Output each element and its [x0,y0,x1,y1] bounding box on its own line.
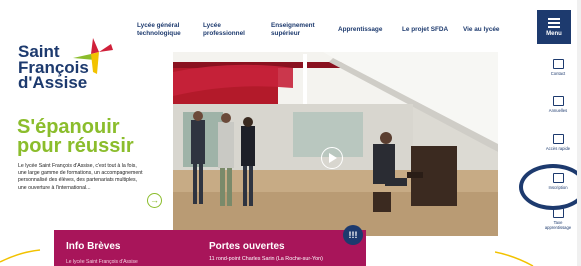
nav-lycee-professionnel[interactable]: Lycée professionnel [203,22,245,37]
play-video-button[interactable] [321,147,343,169]
info-breves-title[interactable]: Info Brèves [66,241,120,252]
sidebar-item-contact[interactable]: Contact [536,59,580,76]
hamburger-icon [548,18,560,30]
hero-title: S'épanouir pour réussir [17,117,134,157]
decorative-curve-icon [0,249,41,263]
sidebar-item-annuelles[interactable]: Annuelles [536,96,580,113]
portes-ouvertes-address: 11 rond-point Charles Sarin (La Roche-su… [209,256,323,262]
hero-title-line2: pour réussir [17,135,134,157]
login-icon [552,134,564,144]
arrow-right-icon: → [150,195,159,205]
nav-vie-au-lycee[interactable]: Vie au lycée [463,26,499,34]
news-alert-badge[interactable]: !!! [343,225,363,245]
highlight-ring [519,164,581,210]
portes-ouvertes-title[interactable]: Portes ouvertes [209,241,285,252]
logo-text[interactable]: Saint François d'Assise [18,43,89,92]
menu-button[interactable]: Menu [537,10,571,44]
nav-projet-sfda[interactable]: Le projet SFDA [402,26,448,34]
nav-enseignement-superieur[interactable]: Enseignement supérieur [271,22,315,37]
hero-photo [173,52,498,236]
sidebar-item-label: Annuelles [548,108,568,113]
scrollbar[interactable] [577,0,581,266]
hero-description: Le lycée Saint François d'Assise, c'est … [18,163,143,191]
info-breves-text: Le lycée Saint François d'Assise [66,259,138,265]
nav-apprentissage[interactable]: Apprentissage [338,26,382,34]
sidebar-item-taxe-apprentissage[interactable]: Taxe apprentissage [536,208,580,230]
menu-label: Menu [546,31,562,37]
main-nav: Lycée général technologique Lycée profes… [130,22,525,42]
nav-lycee-general[interactable]: Lycée général technologique [137,22,181,37]
sidebar-item-acces-rapide[interactable]: Accès rapide [536,134,580,151]
mail-icon [552,59,564,69]
sidebar-item-label: Contact [550,71,566,76]
decorative-curve-icon [495,251,534,266]
hero-photo-scene [173,52,498,236]
logo-line3: d'Assise [18,73,88,92]
hero-more-button[interactable]: → [147,193,162,208]
sidebar-item-label: Accès rapide [545,146,571,151]
sidebar-item-label: Taxe apprentissage [544,220,572,230]
calendar-icon [552,96,564,106]
